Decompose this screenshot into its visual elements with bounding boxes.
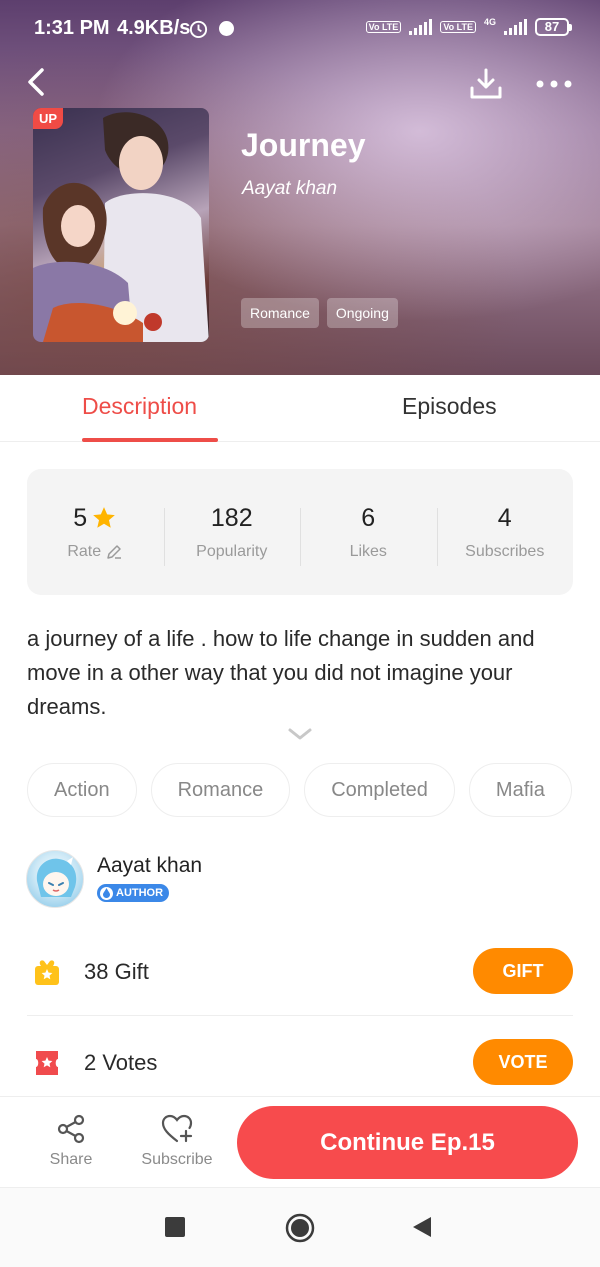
alarm-icon: [189, 20, 208, 39]
likes-label: Likes: [349, 542, 387, 560]
tab-episodes[interactable]: Episodes: [402, 393, 497, 420]
rate-label: Rate: [67, 542, 102, 560]
vote-ticket-icon: [36, 1051, 58, 1075]
gift-row: 38 Gift GIFT: [27, 926, 573, 1016]
stat-likes: 6 Likes: [300, 503, 437, 566]
author-badge-label: AUTHOR: [116, 887, 164, 899]
cover-illustration: [33, 108, 209, 342]
tab-bar: Description Episodes: [0, 375, 600, 442]
network-type: 4G: [483, 17, 496, 27]
popularity-value: 182: [210, 503, 253, 532]
system-nav-bar: [0, 1188, 600, 1267]
continue-reading-button[interactable]: Continue Ep.15: [237, 1106, 578, 1179]
battery-level: 87: [535, 18, 569, 36]
tag-chip-romance[interactable]: Romance: [150, 763, 291, 817]
notification-dot-icon: [219, 21, 234, 36]
edit-pencil-icon[interactable]: [105, 543, 123, 561]
gift-button[interactable]: GIFT: [473, 948, 573, 994]
avatar[interactable]: [26, 850, 84, 908]
book-author[interactable]: Aayat khan: [242, 178, 337, 200]
subscribe-button[interactable]: Subscribe: [132, 1113, 222, 1169]
subscribe-label: Subscribe: [141, 1151, 213, 1168]
volte-icon: Vo LTE: [365, 21, 402, 33]
back-arrow-icon[interactable]: [22, 64, 54, 100]
author-row[interactable]: Aayat khan AUTHOR: [26, 850, 574, 908]
popularity-label: Popularity: [196, 542, 268, 560]
home-circle-icon[interactable]: [285, 1213, 315, 1243]
cover-update-badge: UP: [33, 108, 64, 129]
heart-plus-icon: [161, 1114, 193, 1143]
book-cover-image[interactable]: UP: [33, 108, 209, 342]
gift-icon: [35, 960, 59, 985]
book-description: a journey of a life . how to life change…: [27, 626, 535, 719]
share-icon: [57, 1114, 85, 1144]
signal-icon: [409, 19, 433, 35]
star-icon: [93, 507, 116, 528]
vote-button[interactable]: VOTE: [473, 1039, 573, 1085]
book-title: Journey: [241, 127, 366, 163]
status-time: 1:31 PM: [34, 17, 110, 39]
vote-row: 2 Votes VOTE: [27, 1017, 573, 1107]
stat-rate[interactable]: 5 Rate: [27, 504, 164, 561]
chevron-down-icon[interactable]: [286, 725, 314, 743]
share-label: Share: [49, 1151, 93, 1168]
tag-chip-completed[interactable]: Completed: [304, 763, 455, 817]
genre-tag-ongoing: Ongoing: [326, 298, 398, 328]
gift-count: 38 Gift: [84, 959, 149, 984]
subscribes-value: 4: [497, 503, 512, 532]
stat-subscribes: 4 Subscribes: [436, 503, 574, 566]
tag-chip-action[interactable]: Action: [27, 763, 137, 817]
vote-count: 2 Votes: [84, 1050, 158, 1075]
avatar-illustration: [36, 857, 77, 897]
battery-icon: 87: [535, 18, 572, 36]
author-drop-icon: [100, 886, 113, 900]
volte-icon-2: Vo LTE: [440, 21, 476, 33]
download-icon[interactable]: [466, 64, 506, 104]
signal-icon-2: [504, 19, 527, 35]
back-triangle-icon[interactable]: [411, 1215, 433, 1239]
author-name[interactable]: Aayat khan: [97, 854, 202, 878]
tag-chips: Action Romance Completed Mafia: [27, 763, 572, 817]
genre-tag-romance: Romance: [241, 298, 319, 328]
more-options-icon[interactable]: [534, 72, 574, 96]
share-button[interactable]: Share: [26, 1113, 116, 1169]
stat-popularity: 182 Popularity: [163, 503, 301, 566]
likes-value: 6: [361, 503, 376, 532]
status-bar: 1:31 PM 4.9KB/s Vo LTE Vo LTE 4G 87: [0, 0, 600, 60]
tab-description[interactable]: Description: [82, 393, 197, 420]
status-indicators: Vo LTE Vo LTE 4G 87: [365, 17, 572, 37]
recents-square-icon[interactable]: [165, 1217, 185, 1237]
bottom-action-bar: Share Subscribe Continue Ep.15: [0, 1096, 600, 1188]
rate-value: 5: [73, 503, 88, 532]
author-badge: AUTHOR: [97, 884, 170, 902]
stats-panel: 5 Rate 182 Popularity 6 Likes 4 Subscrib…: [27, 469, 573, 595]
status-speed: 4.9KB/s: [117, 17, 191, 39]
subscribes-label: Subscribes: [465, 542, 545, 560]
book-header: 1:31 PM 4.9KB/s Vo LTE Vo LTE 4G 87 UP J…: [0, 0, 600, 375]
tag-chip-mafia[interactable]: Mafia: [468, 763, 572, 817]
active-tab-indicator: [82, 438, 218, 442]
genre-tags: Romance Ongoing: [241, 298, 398, 328]
